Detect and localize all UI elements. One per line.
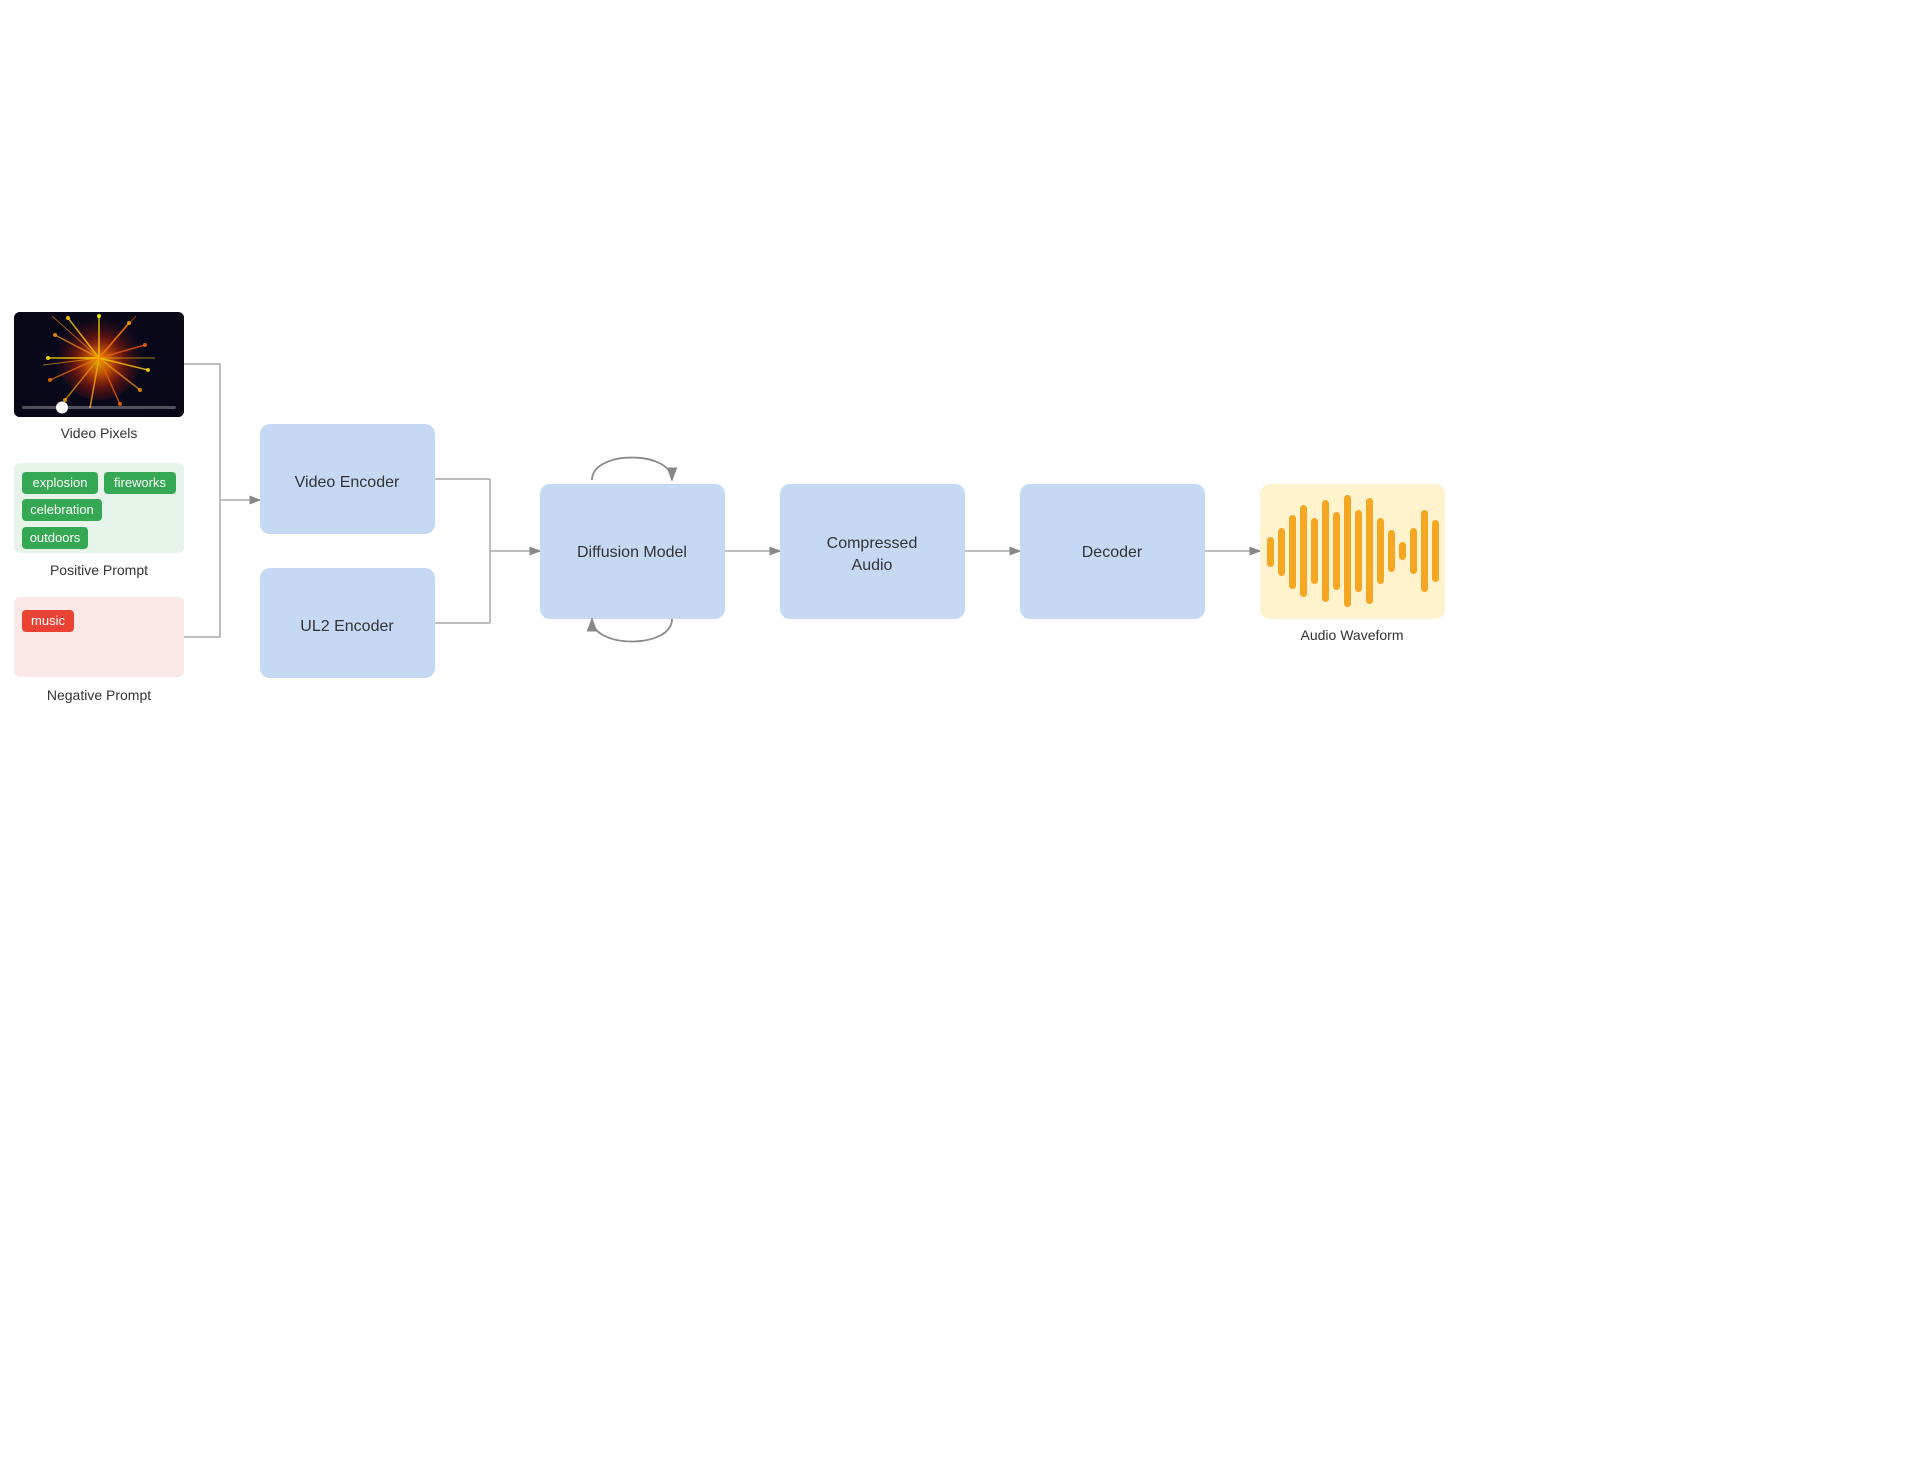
decoder-box (1020, 484, 1205, 619)
diffusion-model-label: Diffusion Model (577, 544, 687, 561)
audio-waveform-box (1260, 484, 1445, 619)
diagram-svg: Video Pixels explosion fireworks celebra… (0, 0, 1920, 1472)
video-encoder-box (260, 424, 435, 534)
compressed-audio-label-line2: Audio (852, 557, 893, 574)
audio-waveform-label: Audio Waveform (1301, 627, 1404, 643)
positive-prompt-label: Positive Prompt (50, 562, 148, 578)
ul2-encoder-box (260, 568, 435, 678)
svg-text:celebration: celebration (30, 502, 94, 517)
svg-text:explosion: explosion (33, 475, 88, 490)
positive-prompt-box (14, 463, 184, 553)
decoder-label: Decoder (1082, 544, 1143, 561)
svg-text:outdoors: outdoors (30, 530, 81, 545)
negative-prompt-label: Negative Prompt (47, 687, 151, 703)
video-pixels-label: Video Pixels (61, 425, 138, 441)
video-pixels-group (14, 312, 184, 417)
diffusion-model-box (540, 484, 725, 619)
svg-text:music: music (31, 613, 65, 628)
svg-text:fireworks: fireworks (114, 475, 167, 490)
negative-prompt-box (14, 597, 184, 677)
video-encoder-label: Video Encoder (295, 474, 400, 491)
compressed-audio-label-line1: Compressed (827, 535, 918, 552)
ul2-encoder-label: UL2 Encoder (300, 618, 394, 635)
page: Video Pixels explosion fireworks celebra… (0, 0, 1920, 1472)
compressed-audio-box (780, 484, 965, 619)
